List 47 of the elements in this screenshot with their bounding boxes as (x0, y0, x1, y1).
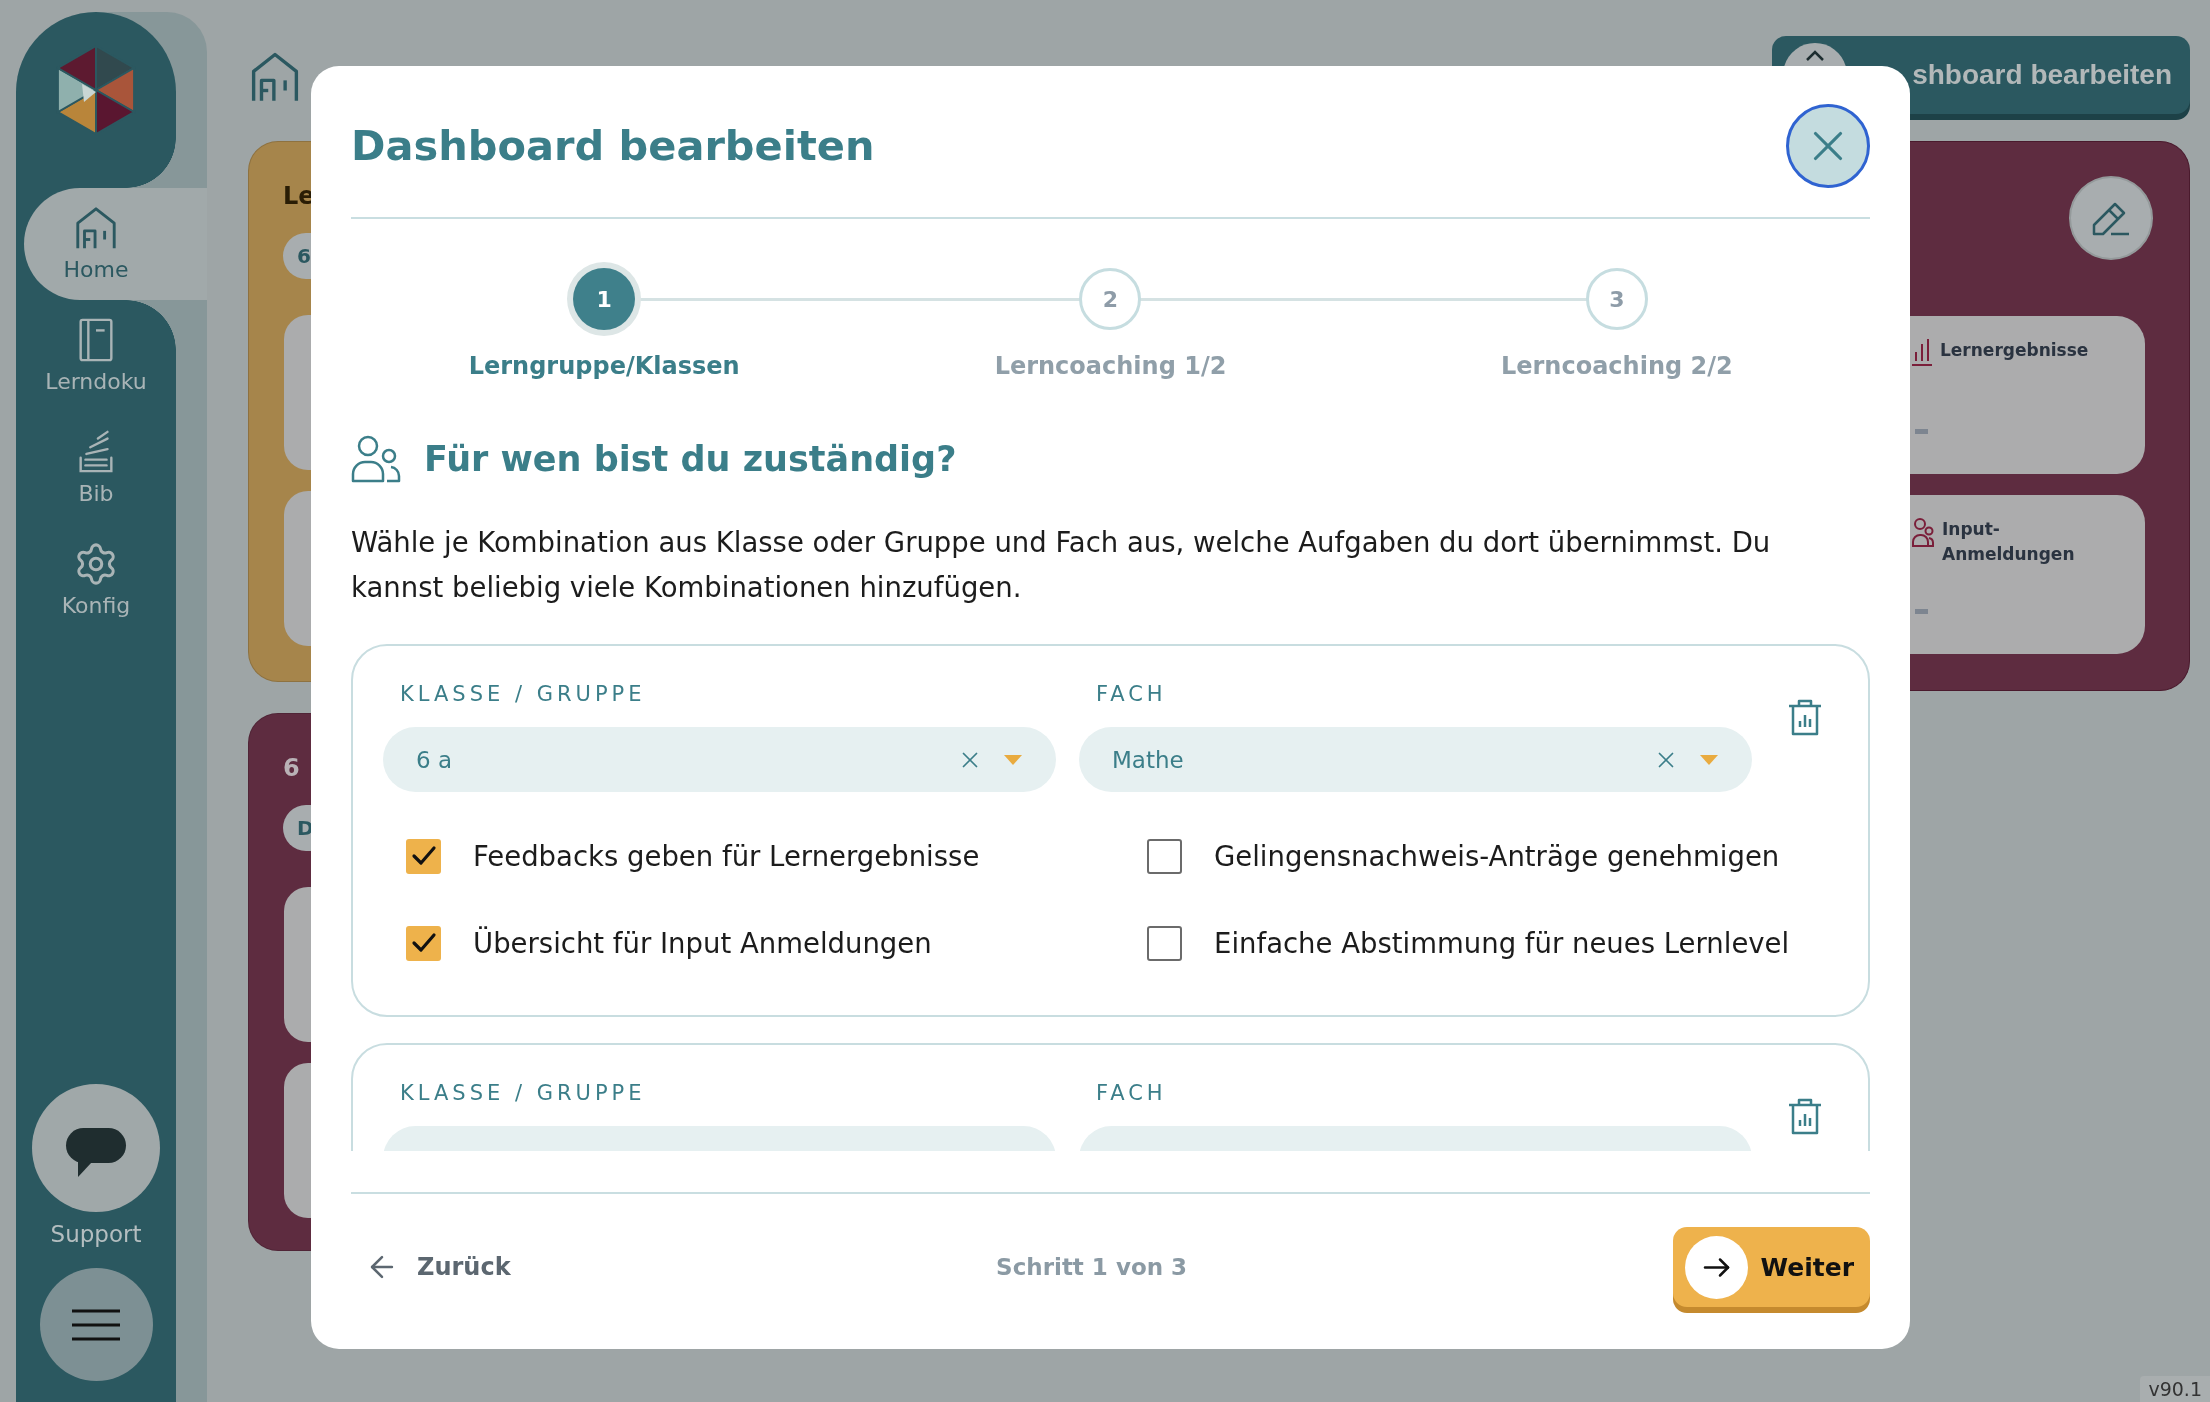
dialog-title: Dashboard bearbeiten (351, 120, 875, 171)
field-label: FACH (1095, 682, 1167, 706)
step-number: 2 (1079, 268, 1142, 330)
step-label: Lerncoaching 1/2 (994, 351, 1227, 381)
support-button[interactable]: Support (16, 1084, 176, 1247)
tile-title: Input-Anmeldungen (1942, 518, 2076, 567)
option-label: Übersicht für Input Anmeldungen (473, 926, 932, 960)
field-label: FACH (1095, 1081, 1167, 1105)
description-text: Wähle je Kombination aus Klasse oder Gruppe und Fach aus, welche Aufgaben du dort übernimmst. Du kannst beliebig viele Kombinationen hinzufügen. (351, 525, 1772, 605)
step-label: Lerngruppe/Klassen (468, 351, 740, 381)
version-label: v90.1 (2140, 1376, 2210, 1402)
checkbox[interactable] (1147, 838, 1182, 874)
step-label: Lerncoaching 2/2 (1500, 351, 1733, 381)
nav-item[interactable]: Bib (16, 412, 176, 524)
check-icon (410, 845, 437, 867)
select-field[interactable]: 6 a (383, 727, 1056, 792)
menu-icon (72, 1308, 120, 1341)
caret-icon (1700, 754, 1718, 765)
chat-bubble-icon (32, 1084, 160, 1212)
step-count-text: Schritt 1 von 3 (996, 1254, 1188, 1280)
field-label: KLASSE / GRUPPE (399, 682, 646, 706)
option-label: Einfache Abstimmung für neues Lernlevel (1214, 926, 1790, 960)
caret-icon (1004, 754, 1022, 765)
tile-title: Lernergebnisse (1940, 338, 2089, 362)
select-field[interactable]: Mathe (1079, 727, 1752, 792)
caret-icon (1783, 43, 1847, 66)
users-icon (351, 434, 401, 484)
card-title: 6 (283, 753, 301, 784)
check-icon (410, 932, 437, 954)
nav-item[interactable]: Konfig (16, 524, 176, 636)
bar-chart-icon (1912, 337, 1932, 366)
step-number: 3 (1585, 268, 1648, 330)
checkbox[interactable] (406, 838, 441, 874)
option-label: Gelingensnachweis-Anträge genehmigen (1214, 839, 1780, 873)
chip[interactable]: 6 (283, 233, 312, 279)
people-icon (1912, 517, 1934, 548)
arrow-right-icon (1684, 1235, 1748, 1299)
checkbox[interactable] (1147, 925, 1182, 961)
nav-item[interactable]: Lerndoku (16, 300, 176, 412)
field-label: KLASSE / GRUPPE (399, 1081, 646, 1105)
option-label: Feedbacks geben für Lernergebnisse (473, 839, 980, 873)
checkbox[interactable] (406, 925, 441, 961)
section-heading: Für wen bist du zuständig? (424, 438, 957, 480)
home-icon (73, 205, 119, 251)
placeholder-bar (1915, 429, 1928, 435)
back-button[interactable]: Zurück (351, 1250, 511, 1284)
placeholder-bar (1915, 609, 1928, 614)
